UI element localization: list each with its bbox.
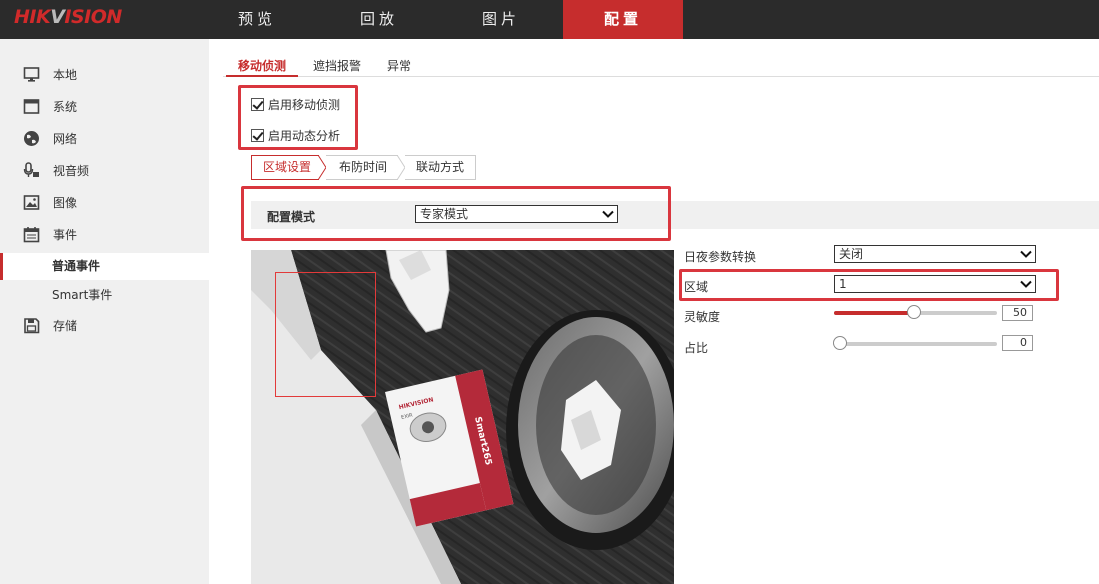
sidebar-item-label: 图像 — [53, 196, 78, 210]
image-icon — [23, 195, 40, 210]
config-mode-value: 专家模式 — [420, 207, 469, 221]
nav-tab-playback[interactable]: 回放 — [319, 0, 439, 39]
sidebar-item-label: 本地 — [53, 68, 78, 82]
sidebar-item-audio-video[interactable]: 视音频 — [0, 158, 209, 184]
sidebar-item-label: 视音频 — [53, 164, 90, 178]
sidebar-item-image[interactable]: 图像 — [0, 190, 209, 216]
step-region-settings[interactable]: 区域设置 — [251, 155, 319, 180]
day-night-switch-value: 关闭 — [839, 247, 864, 261]
sidebar-item-storage[interactable]: 存储 — [0, 313, 209, 339]
sidebar-item-network[interactable]: 网络 — [0, 126, 209, 152]
detection-zone-rectangle[interactable] — [275, 272, 376, 397]
window-icon — [23, 99, 40, 114]
region-select[interactable]: 1 — [834, 275, 1036, 293]
sidebar-item-label: 存储 — [53, 319, 78, 333]
sidebar-subitem-smart-event[interactable]: Smart事件 — [0, 282, 209, 309]
enable-motion-detection-row[interactable]: 启用移动侦测 — [251, 96, 340, 112]
step-arming-schedule[interactable]: 布防时间 — [326, 155, 398, 180]
sensitivity-label: 灵敏度 — [684, 310, 721, 324]
chevron-down-icon — [1020, 250, 1032, 258]
monitor-icon — [23, 67, 40, 82]
sidebar-item-local[interactable]: 本地 — [0, 62, 209, 88]
sensitivity-value-box[interactable]: 50 — [1002, 305, 1033, 321]
chevron-down-icon — [1020, 280, 1032, 288]
ratio-slider[interactable] — [833, 336, 997, 350]
ratio-slider-thumb[interactable] — [833, 336, 847, 350]
step-linkage-method[interactable]: 联动方式 — [405, 155, 476, 180]
tab-exception[interactable]: 异常 — [387, 57, 411, 77]
enable-dynamic-analysis-checkbox[interactable] — [251, 128, 264, 142]
sensitivity-slider-fill — [834, 311, 914, 315]
sensitivity-slider[interactable] — [834, 305, 997, 319]
day-night-switch-select[interactable]: 关闭 — [834, 245, 1036, 263]
config-mode-label: 配置模式 — [267, 210, 316, 224]
nav-tab-preview[interactable]: 预览 — [197, 0, 317, 39]
ratio-label: 占比 — [684, 341, 709, 355]
region-value: 1 — [839, 277, 847, 291]
sidebar-item-label: 网络 — [53, 132, 78, 146]
hikvision-logo: HIKVISION — [14, 6, 122, 28]
floppy-icon — [24, 318, 40, 334]
sidebar — [0, 39, 209, 584]
ratio-value-box[interactable]: 0 — [1002, 335, 1033, 351]
enable-dynamic-analysis-row[interactable]: 启用动态分析 — [251, 127, 340, 143]
tab-tamper-alarm[interactable]: 遮挡报警 — [313, 57, 361, 77]
chevron-down-icon — [602, 210, 614, 218]
checkbox-label: 启用移动侦测 — [268, 97, 341, 112]
region-label: 区域 — [684, 280, 709, 294]
top-navigation-bar: HIKVISION 预览 回放 图片 配置 — [0, 0, 1099, 39]
sensitivity-slider-thumb[interactable] — [907, 305, 921, 319]
checkbox-label: 启用动态分析 — [268, 128, 341, 143]
sidebar-subitem-normal-event[interactable]: 普通事件 — [0, 253, 209, 280]
globe-icon — [24, 131, 39, 146]
nav-tab-configuration[interactable]: 配置 — [563, 0, 683, 39]
sidebar-item-system[interactable]: 系统 — [0, 94, 209, 120]
sidebar-item-event[interactable]: 事件 — [0, 222, 209, 248]
config-mode-bar — [251, 201, 1099, 229]
config-mode-select[interactable]: 专家模式 — [415, 205, 618, 223]
sidebar-item-label: 事件 — [53, 228, 78, 242]
day-night-switch-label: 日夜参数转换 — [684, 250, 757, 264]
enable-motion-detection-checkbox[interactable] — [251, 97, 264, 111]
tab-motion-detection[interactable]: 移动侦测 — [226, 57, 299, 77]
sidebar-item-label: 系统 — [53, 100, 78, 114]
calendar-icon — [23, 227, 40, 243]
audio-video-icon — [23, 162, 39, 177]
nav-tab-picture[interactable]: 图片 — [441, 0, 561, 39]
